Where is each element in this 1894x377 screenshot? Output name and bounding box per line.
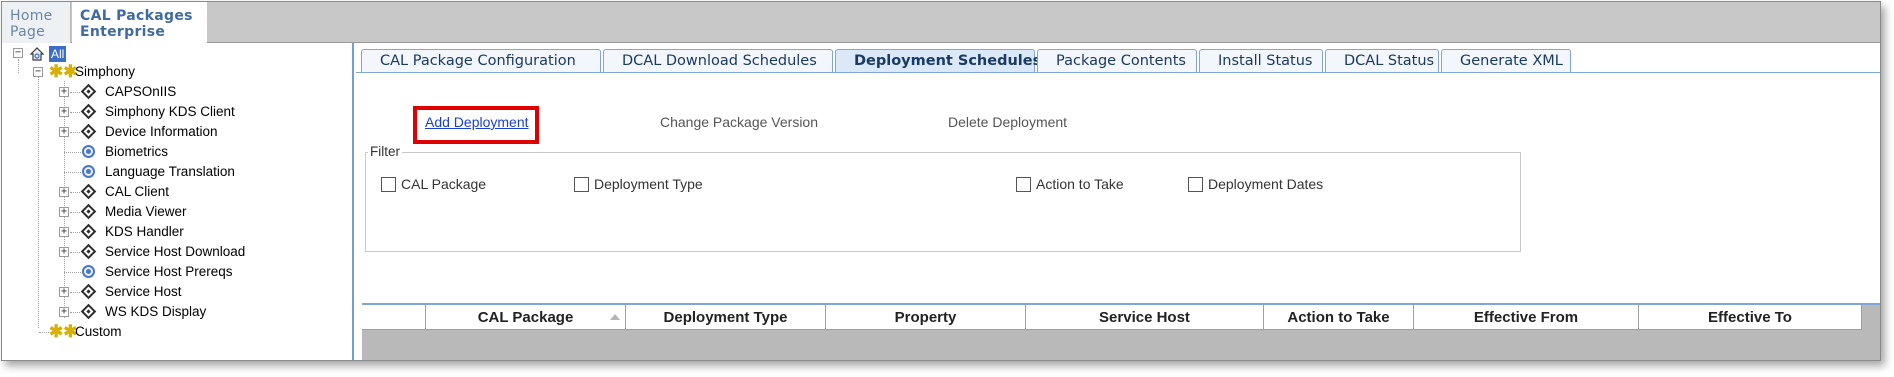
tab-dcal-status[interactable]: DCAL Status [1325, 49, 1439, 73]
filter-group: Filter CAL Package Deployment Type Actio… [365, 144, 1521, 252]
tree-node-label: Device Information [105, 124, 218, 139]
tab-divider [356, 72, 1880, 73]
tab-generate-xml[interactable]: Generate XML [1441, 49, 1571, 73]
checkbox-label: Deployment Type [594, 176, 703, 192]
diamond-icon [80, 223, 97, 240]
checkbox-label: CAL Package [401, 176, 487, 192]
delete-deployment-link[interactable]: Delete Deployment [948, 114, 1067, 130]
tree-node-label: CAPSOnIIS [105, 84, 177, 99]
enterprise-house-icon [29, 47, 45, 61]
column-header-deployment-type[interactable]: Deployment Type [626, 305, 826, 330]
diamond-icon [80, 283, 97, 300]
cal-packages-enterprise-button[interactable]: CAL Packages Enterprise [72, 2, 207, 43]
tree-node-label: WS KDS Display [105, 304, 207, 319]
simphony-property-icon: ✱✱ [49, 62, 78, 81]
tree-node-label: KDS Handler [105, 224, 184, 239]
filter-deployment-type-checkbox[interactable]: Deployment Type [574, 175, 703, 193]
expand-icon[interactable]: + [59, 107, 69, 117]
tab-package-contents[interactable]: Package Contents [1037, 49, 1197, 73]
checkbox-box[interactable] [381, 177, 396, 192]
tree-node-label: Service Host Download [105, 244, 246, 259]
checkbox-label: Action to Take [1036, 176, 1124, 192]
filter-deployment-dates-checkbox[interactable]: Deployment Dates [1188, 175, 1323, 193]
diamond-icon [80, 243, 97, 260]
custom-property-icon: ✱✱ [49, 322, 78, 341]
circle-icon [82, 265, 95, 278]
expand-icon[interactable]: + [59, 247, 69, 257]
sort-ascending-icon [610, 314, 620, 320]
column-header-label: CAL Package [477, 309, 574, 326]
circle-icon [82, 165, 95, 178]
cal-packages-label-line1: CAL Packages [80, 8, 193, 24]
main-panel: CAL Package Configuration DCAL Download … [356, 43, 1880, 360]
top-nav-bar: Home Page CAL Packages Enterprise [2, 2, 1880, 43]
collapse-simphony-icon[interactable]: − [33, 67, 43, 77]
expand-icon[interactable]: + [59, 207, 69, 217]
diamond-icon [80, 83, 97, 100]
collapse-all-toggle-icon[interactable]: − [13, 48, 23, 58]
diamond-icon [80, 103, 97, 120]
cal-packages-label-line2: Enterprise [80, 24, 166, 40]
grid-header: CAL Package Deployment Type Property Ser… [362, 305, 1862, 330]
tab-strip: CAL Package Configuration DCAL Download … [356, 49, 1880, 73]
column-header-property[interactable]: Property [826, 305, 1026, 330]
tree-node-label: Biometrics [105, 144, 169, 159]
circle-icon [82, 145, 95, 158]
home-page-label-line1: Home [10, 8, 53, 24]
checkbox-box[interactable] [574, 177, 589, 192]
diamond-icon [80, 203, 97, 220]
tree-node-label: Simphony [75, 64, 136, 79]
tab-install-status[interactable]: Install Status [1199, 49, 1323, 73]
column-header-effective-to[interactable]: Effective To [1639, 305, 1862, 330]
tree-node-label: CAL Client [105, 184, 170, 199]
hierarchy-tree[interactable]: − All − ✱✱ Simphony + CAPSOnIIS + Simpho… [2, 43, 354, 360]
filter-action-to-take-checkbox[interactable]: Action to Take [1016, 175, 1124, 193]
tab-dcal-download-schedules[interactable]: DCAL Download Schedules [603, 49, 833, 73]
column-header-action-to-take[interactable]: Action to Take [1264, 305, 1414, 330]
expand-icon[interactable]: + [59, 227, 69, 237]
filter-cal-package-checkbox[interactable]: CAL Package [381, 175, 486, 193]
grid-header-selector [362, 305, 426, 330]
home-page-label-line2: Page [10, 24, 46, 40]
expand-icon[interactable]: + [59, 127, 69, 137]
home-page-button[interactable]: Home Page [2, 2, 71, 43]
checkbox-box[interactable] [1016, 177, 1031, 192]
tree-node-label: Service Host Prereqs [105, 264, 233, 279]
expand-icon[interactable]: + [59, 87, 69, 97]
tab-deployment-schedules[interactable]: Deployment Schedules [835, 49, 1041, 73]
app-window: Home Page CAL Packages Enterprise − All … [1, 1, 1881, 361]
filter-title: Filter [368, 144, 402, 159]
column-header-effective-from[interactable]: Effective From [1414, 305, 1639, 330]
diamond-icon [80, 303, 97, 320]
add-deployment-link[interactable]: Add Deployment [425, 114, 529, 130]
expand-icon[interactable]: + [59, 187, 69, 197]
tab-cal-package-configuration[interactable]: CAL Package Configuration [361, 49, 601, 73]
diamond-icon [80, 123, 97, 140]
tree-node-label: Service Host [105, 284, 182, 299]
tree-node-label: Media Viewer [105, 204, 187, 219]
expand-icon[interactable]: + [59, 287, 69, 297]
tree-node-label: Language Translation [105, 164, 235, 179]
tree-node-label: Custom [75, 324, 122, 339]
column-header-service-host[interactable]: Service Host [1026, 305, 1264, 330]
tree-node-label: Simphony KDS Client [105, 104, 235, 119]
checkbox-label: Deployment Dates [1208, 176, 1324, 192]
diamond-icon [80, 183, 97, 200]
column-header-cal-package[interactable]: CAL Package [426, 305, 626, 330]
checkbox-box[interactable] [1188, 177, 1203, 192]
deployment-grid[interactable]: CAL Package Deployment Type Property Ser… [362, 303, 1880, 360]
expand-icon[interactable]: + [59, 307, 69, 317]
tree-root-all[interactable]: All [49, 46, 67, 62]
change-package-version-link[interactable]: Change Package Version [660, 114, 818, 130]
